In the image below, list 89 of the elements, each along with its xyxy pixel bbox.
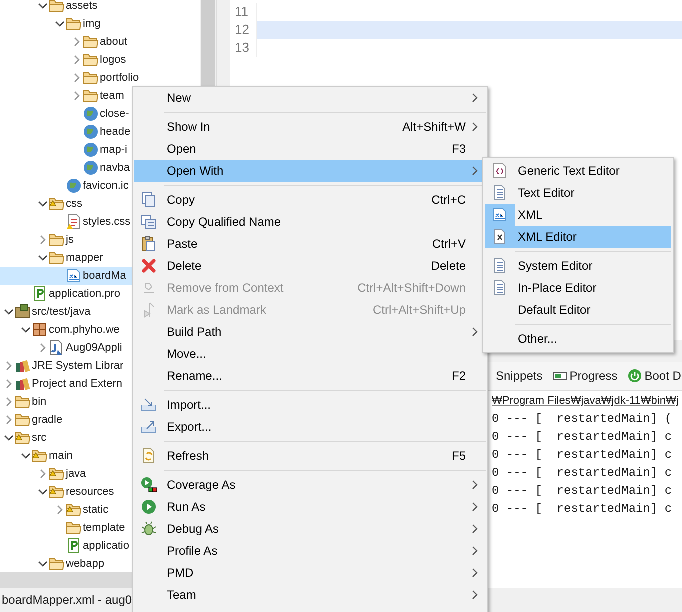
menu-item[interactable]: Default Editor [485,299,671,321]
xml-file-icon [66,268,82,284]
braces-file-icon [492,163,508,179]
tree-item[interactable]: assets [0,0,200,15]
copy-name-icon [141,214,157,230]
menu-item[interactable]: Other... [485,328,671,350]
menu-item[interactable]: Open F3 [134,138,486,160]
import-icon [141,397,157,413]
refresh-icon [141,448,157,464]
menu-item[interactable]: XML [485,204,671,226]
folder-icon [49,250,65,266]
folder-warning-icon [49,466,65,482]
menu-item[interactable]: Import... [134,394,486,416]
console-title: ₩Program Files₩java₩jdk-11₩bin₩j [492,394,680,409]
folder-icon [49,0,65,14]
folder-icon [15,394,31,410]
menu-item[interactable]: Debug As [134,518,486,540]
folder-icon [15,412,31,428]
coverage-icon [141,477,157,493]
status-text: boardMapper.xml - aug0 [1,593,132,607]
library-icon [15,358,31,374]
menu-item[interactable]: Coverage As [134,474,486,496]
globe-icon [83,160,99,176]
folder-warning-icon [32,448,48,464]
paste-icon [141,236,157,252]
folder-icon [66,520,82,536]
progress-icon [552,370,567,382]
view-tab[interactable]: Boot D [644,369,682,383]
folder-icon [49,232,65,248]
folder-icon [66,16,82,32]
menu-item[interactable]: System Editor [485,255,671,277]
power-icon [628,369,642,383]
folder-icon [83,88,99,104]
console-line: 0 --- [ restartedMain] c [492,429,674,446]
source-folder-icon [15,304,31,320]
test-file-icon [49,340,65,356]
view-tab[interactable]: Snippets [496,369,543,383]
menu-item[interactable]: Run As [134,496,486,518]
console-line: 0 --- [ restartedMain] c [492,501,674,518]
folder-icon [83,34,99,50]
folder-warning-icon [49,196,65,212]
tree-item[interactable]: img [0,15,200,33]
properties-file-icon [32,286,48,302]
globe-icon [83,124,99,140]
menu-item[interactable]: Copy Qualified Name [134,211,486,233]
menu-item[interactable]: Generic Text Editor [485,160,671,182]
globe-icon [83,106,99,122]
menu-item[interactable]: In-Place Editor [485,277,671,299]
tree-item[interactable]: about [0,33,200,51]
stylesheet-file-icon [66,214,82,230]
console-line: 0 --- [ restartedMain] ( [492,411,674,428]
menu-item[interactable]: XML Editor [485,226,671,248]
console-line: 0 --- [ restartedMain] c [492,447,674,464]
menu-item[interactable]: Refresh F5 [134,445,486,467]
folder-warning-icon [66,502,82,518]
menu-item[interactable]: Profile As [134,540,486,562]
menu-item[interactable]: Build Path [134,321,486,343]
delete-icon [141,258,157,274]
menu-item[interactable]: Rename... F2 [134,365,486,387]
menu-item[interactable]: Text Editor [485,182,671,204]
menu-item[interactable]: Paste Ctrl+V [134,233,486,255]
folder-icon [49,556,65,572]
folder-icon [83,52,99,68]
bug-icon [141,521,157,537]
console-line: 0 --- [ restartedMain] c [492,483,674,500]
globe-icon [83,142,99,158]
text-file-icon [492,185,508,201]
tree-item[interactable]: logos [0,51,200,69]
menu-item[interactable]: PMD [134,562,486,584]
export-icon [141,419,157,435]
tree-item[interactable]: portfolio [0,69,200,87]
package-icon [32,322,48,338]
copy-icon [141,192,157,208]
globe-icon [66,178,82,194]
folder-warning-icon [49,484,65,500]
console-line: 0 --- [ restartedMain] c [492,465,674,482]
text-file-icon [492,258,508,274]
xml-editor-icon [492,229,508,245]
library-icon [15,376,31,392]
menu-item[interactable]: Export... [134,416,486,438]
view-tab[interactable]: Progress [570,369,618,383]
menu-item[interactable]: Team [134,584,486,606]
run-icon [141,499,157,515]
folder-icon [83,70,99,86]
xml-file-icon [492,207,508,223]
folder-warning-icon [15,430,31,446]
menu-item[interactable]: Move... [134,343,486,365]
properties-file-icon [66,538,82,554]
text-file-icon [492,280,508,296]
